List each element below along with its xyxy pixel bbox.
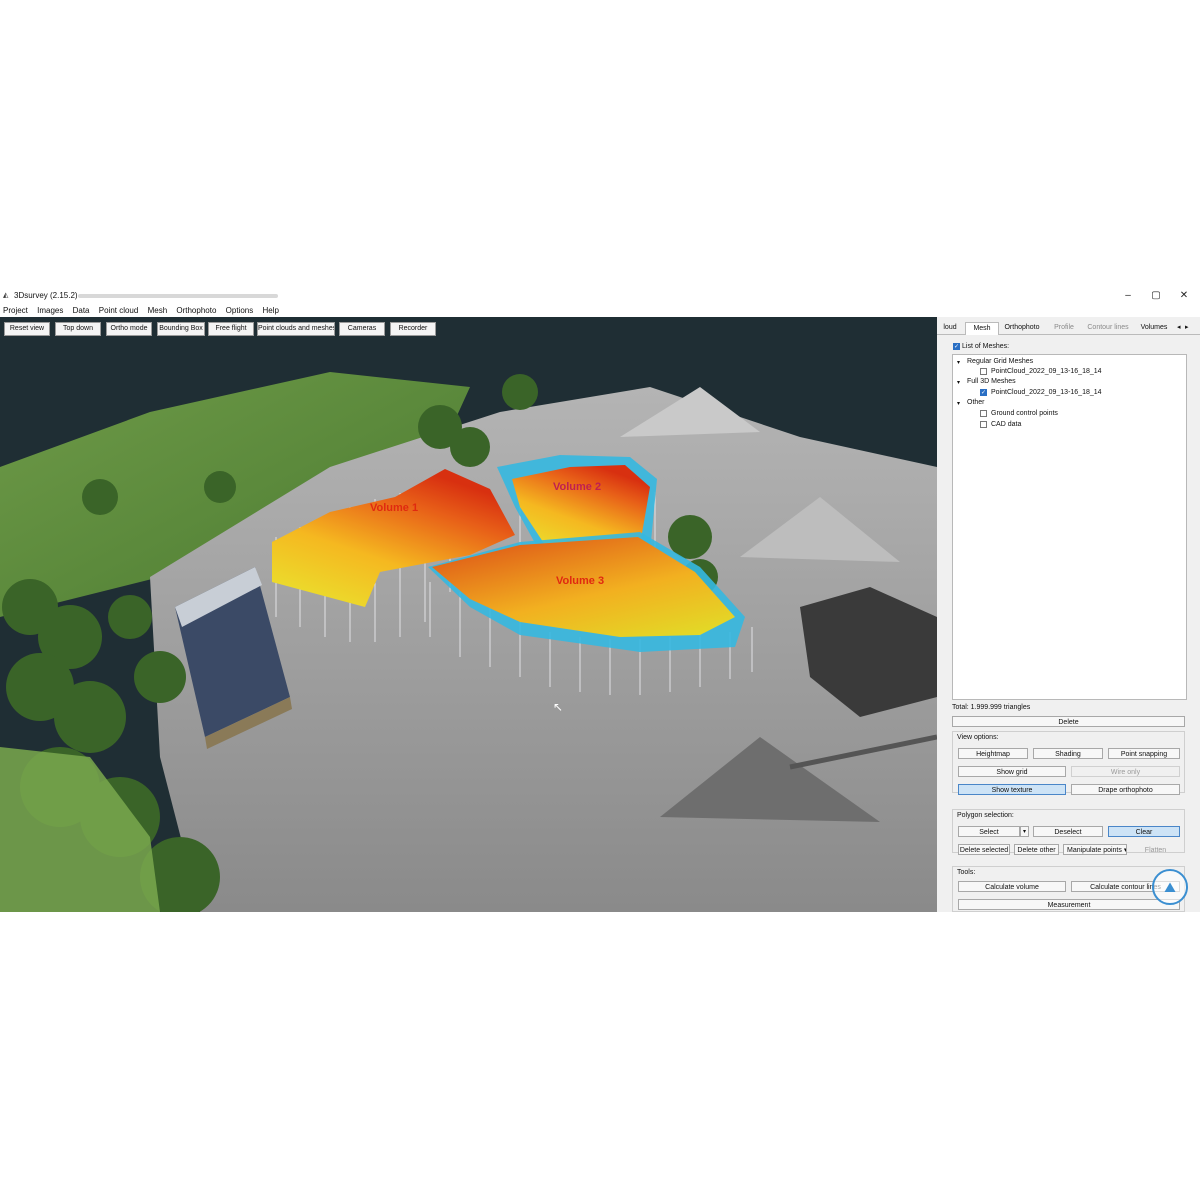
window-title: 3Dsurvey (2.15.2) - bbox=[14, 291, 83, 300]
bounding-box-button[interactable]: Bounding Box bbox=[157, 322, 205, 336]
clear-button[interactable]: Clear bbox=[1108, 826, 1180, 837]
expand-regular-icon[interactable]: ▾ bbox=[957, 359, 960, 366]
tree-other[interactable]: Other bbox=[967, 399, 985, 406]
manipulate-dropdown-icon: ▾ bbox=[1121, 847, 1127, 854]
manipulate-points-label: Manipulate points bbox=[1067, 847, 1122, 854]
cad-checkbox[interactable] bbox=[980, 421, 987, 428]
gcp-checkbox[interactable] bbox=[980, 410, 987, 417]
view-options-label: View options: bbox=[957, 734, 999, 741]
cameras-button[interactable]: Cameras bbox=[339, 322, 385, 336]
tree-full-item[interactable]: PointCloud_2022_09_13-16_18_14 bbox=[991, 389, 1102, 396]
volume-2-label: Volume 2 bbox=[553, 481, 601, 493]
wire-only-button[interactable]: Wire only bbox=[1071, 766, 1180, 777]
3d-viewport[interactable]: Volume 1 Volume 2 Volume 3 Reset view To… bbox=[0, 317, 937, 912]
tree-regular-grid-meshes[interactable]: Regular Grid Meshes bbox=[967, 358, 1033, 365]
menu-data[interactable]: Data bbox=[73, 304, 90, 317]
delete-other-button[interactable]: Delete other bbox=[1014, 844, 1059, 855]
delete-selected-button[interactable]: Delete selected bbox=[958, 844, 1010, 855]
maximize-button[interactable]: ▢ bbox=[1142, 289, 1170, 303]
show-grid-button[interactable]: Show grid bbox=[958, 766, 1066, 777]
tree-cad-data[interactable]: CAD data bbox=[991, 421, 1021, 428]
free-flight-button[interactable]: Free flight bbox=[208, 322, 254, 336]
expand-full-icon[interactable]: ▾ bbox=[957, 379, 960, 386]
brand-logo-icon: ⛰ bbox=[1152, 869, 1188, 905]
top-down-button[interactable]: Top down bbox=[55, 322, 101, 336]
title-bar: ◭ 3Dsurvey (2.15.2) - – ▢ ✕ bbox=[0, 288, 1200, 304]
polygon-selection-label: Polygon selection: bbox=[957, 812, 1014, 819]
point-snapping-button[interactable]: Point snapping bbox=[1108, 748, 1180, 759]
menu-help[interactable]: Help bbox=[262, 304, 278, 317]
terrain-scene: Volume 1 Volume 2 Volume 3 bbox=[0, 317, 937, 912]
tab-contour-lines[interactable]: Contour lines bbox=[1083, 322, 1133, 334]
tab-orthophoto[interactable]: Orthophoto bbox=[999, 322, 1045, 334]
app-window: ◭ 3Dsurvey (2.15.2) - – ▢ ✕ Project Imag… bbox=[0, 288, 1200, 912]
tab-volumes[interactable]: Volumes bbox=[1135, 322, 1173, 334]
list-of-meshes-checkbox[interactable]: ✓ bbox=[953, 343, 960, 350]
select-dropdown-icon[interactable]: ▾ bbox=[1020, 826, 1029, 837]
menu-project[interactable]: Project bbox=[3, 304, 28, 317]
menu-bar: Project Images Data Point cloud Mesh Ort… bbox=[0, 304, 1200, 317]
menu-images[interactable]: Images bbox=[37, 304, 63, 317]
tab-scroll-right-icon[interactable]: ▸ bbox=[1185, 322, 1189, 334]
regular-item-checkbox[interactable] bbox=[980, 368, 987, 375]
close-button[interactable]: ✕ bbox=[1170, 289, 1198, 303]
triangle-total: Total: 1.999.999 triangles bbox=[952, 704, 1031, 711]
drape-orthophoto-button[interactable]: Drape orthophoto bbox=[1071, 784, 1180, 795]
menu-mesh[interactable]: Mesh bbox=[148, 304, 168, 317]
tab-scroll-left-icon[interactable]: ◂ bbox=[1177, 322, 1181, 334]
expand-other-icon[interactable]: ▾ bbox=[957, 400, 960, 407]
flatten-button[interactable]: Flatten bbox=[1131, 844, 1180, 855]
ortho-mode-button[interactable]: Ortho mode bbox=[106, 322, 152, 336]
tree-full-3d-meshes[interactable]: Full 3D Meshes bbox=[967, 378, 1016, 385]
calculate-volume-button[interactable]: Calculate volume bbox=[958, 881, 1066, 892]
minimize-button[interactable]: – bbox=[1114, 289, 1142, 303]
blurred-path bbox=[78, 294, 278, 298]
heightmap-button[interactable]: Heightmap bbox=[958, 748, 1028, 759]
show-texture-button[interactable]: Show texture bbox=[958, 784, 1066, 795]
list-of-meshes-label: List of Meshes: bbox=[962, 343, 1010, 350]
tab-point-cloud[interactable]: loud bbox=[937, 322, 963, 334]
menu-orthophoto[interactable]: Orthophoto bbox=[176, 304, 216, 317]
menu-options[interactable]: Options bbox=[226, 304, 254, 317]
menu-point-cloud[interactable]: Point cloud bbox=[99, 304, 139, 317]
delete-button[interactable]: Delete bbox=[952, 716, 1185, 727]
deselect-button[interactable]: Deselect bbox=[1033, 826, 1103, 837]
point-clouds-meshes-button[interactable]: Point clouds and meshes bbox=[257, 322, 335, 336]
measurement-button[interactable]: Measurement bbox=[958, 899, 1180, 910]
recorder-button[interactable]: Recorder bbox=[390, 322, 436, 336]
tab-mesh[interactable]: Mesh bbox=[965, 322, 999, 335]
volume-3-label: Volume 3 bbox=[556, 575, 604, 587]
tab-profile[interactable]: Profile bbox=[1047, 322, 1081, 334]
full-item-checkbox[interactable]: ✓ bbox=[980, 389, 987, 396]
tree-ground-control-points[interactable]: Ground control points bbox=[991, 410, 1058, 417]
mouse-cursor-icon: ↖ bbox=[553, 700, 564, 714]
panel-tabs: loud Mesh Orthophoto Profile Contour lin… bbox=[937, 320, 1200, 335]
volume-1-label: Volume 1 bbox=[370, 502, 418, 514]
shading-button[interactable]: Shading bbox=[1033, 748, 1103, 759]
manipulate-points-button[interactable]: Manipulate points ▾ bbox=[1063, 844, 1127, 855]
mesh-tree: ▾ Regular Grid Meshes PointCloud_2022_09… bbox=[952, 354, 1187, 700]
right-panel: loud Mesh Orthophoto Profile Contour lin… bbox=[937, 317, 1200, 912]
tree-regular-item[interactable]: PointCloud_2022_09_13-16_18_14 bbox=[991, 368, 1102, 375]
reset-view-button[interactable]: Reset view bbox=[4, 322, 50, 336]
select-button[interactable]: Select bbox=[958, 826, 1020, 837]
tools-label: Tools: bbox=[957, 869, 976, 876]
app-icon: ◭ bbox=[3, 292, 9, 299]
